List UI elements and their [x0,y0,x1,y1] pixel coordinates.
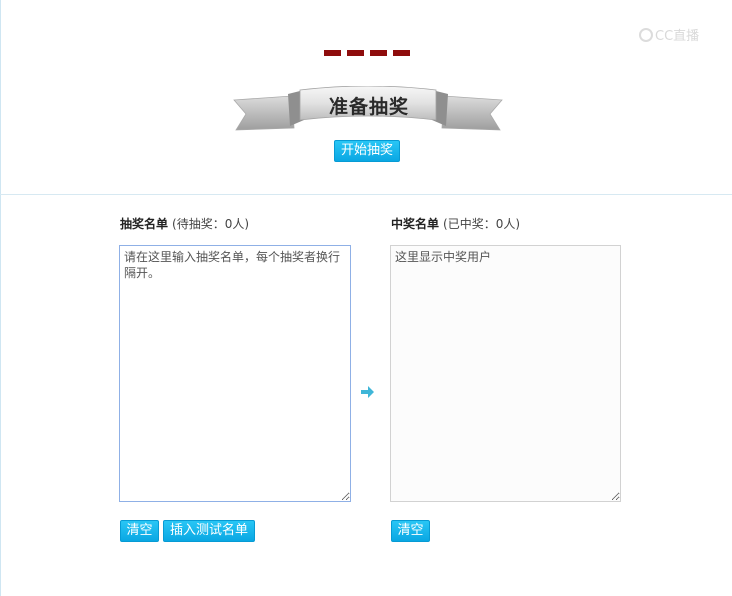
section-divider [0,194,732,195]
winners-heading: 中奖名单 (已中奖：0人) [391,215,520,232]
ribbon-banner [233,86,503,131]
watermark-text: CC直播 [655,29,700,44]
dash [393,50,410,56]
start-draw-button[interactable]: 开始抽奖 [334,140,400,162]
watermark: CC直播 [639,25,699,44]
decorative-dashes [324,50,410,56]
dash [370,50,387,56]
winners-title: 中奖名单 [391,217,440,231]
winners-textarea[interactable] [390,245,621,502]
arrow-right-icon [361,386,374,398]
entries-title: 抽奖名单 [120,217,169,231]
entries-heading: 抽奖名单 (待抽奖：0人) [120,215,249,232]
clear-entries-button[interactable]: 清空 [120,520,159,542]
entries-status: (待抽奖：0人) [172,217,250,231]
left-border [0,0,1,596]
entries-textarea[interactable] [119,245,351,502]
insert-test-list-button[interactable]: 插入测试名单 [163,520,255,542]
dash [347,50,364,56]
watermark-logo-icon [639,27,653,42]
winners-status: (已中奖：0人) [443,217,521,231]
clear-winners-button[interactable]: 清空 [391,520,430,542]
dash [324,50,341,56]
